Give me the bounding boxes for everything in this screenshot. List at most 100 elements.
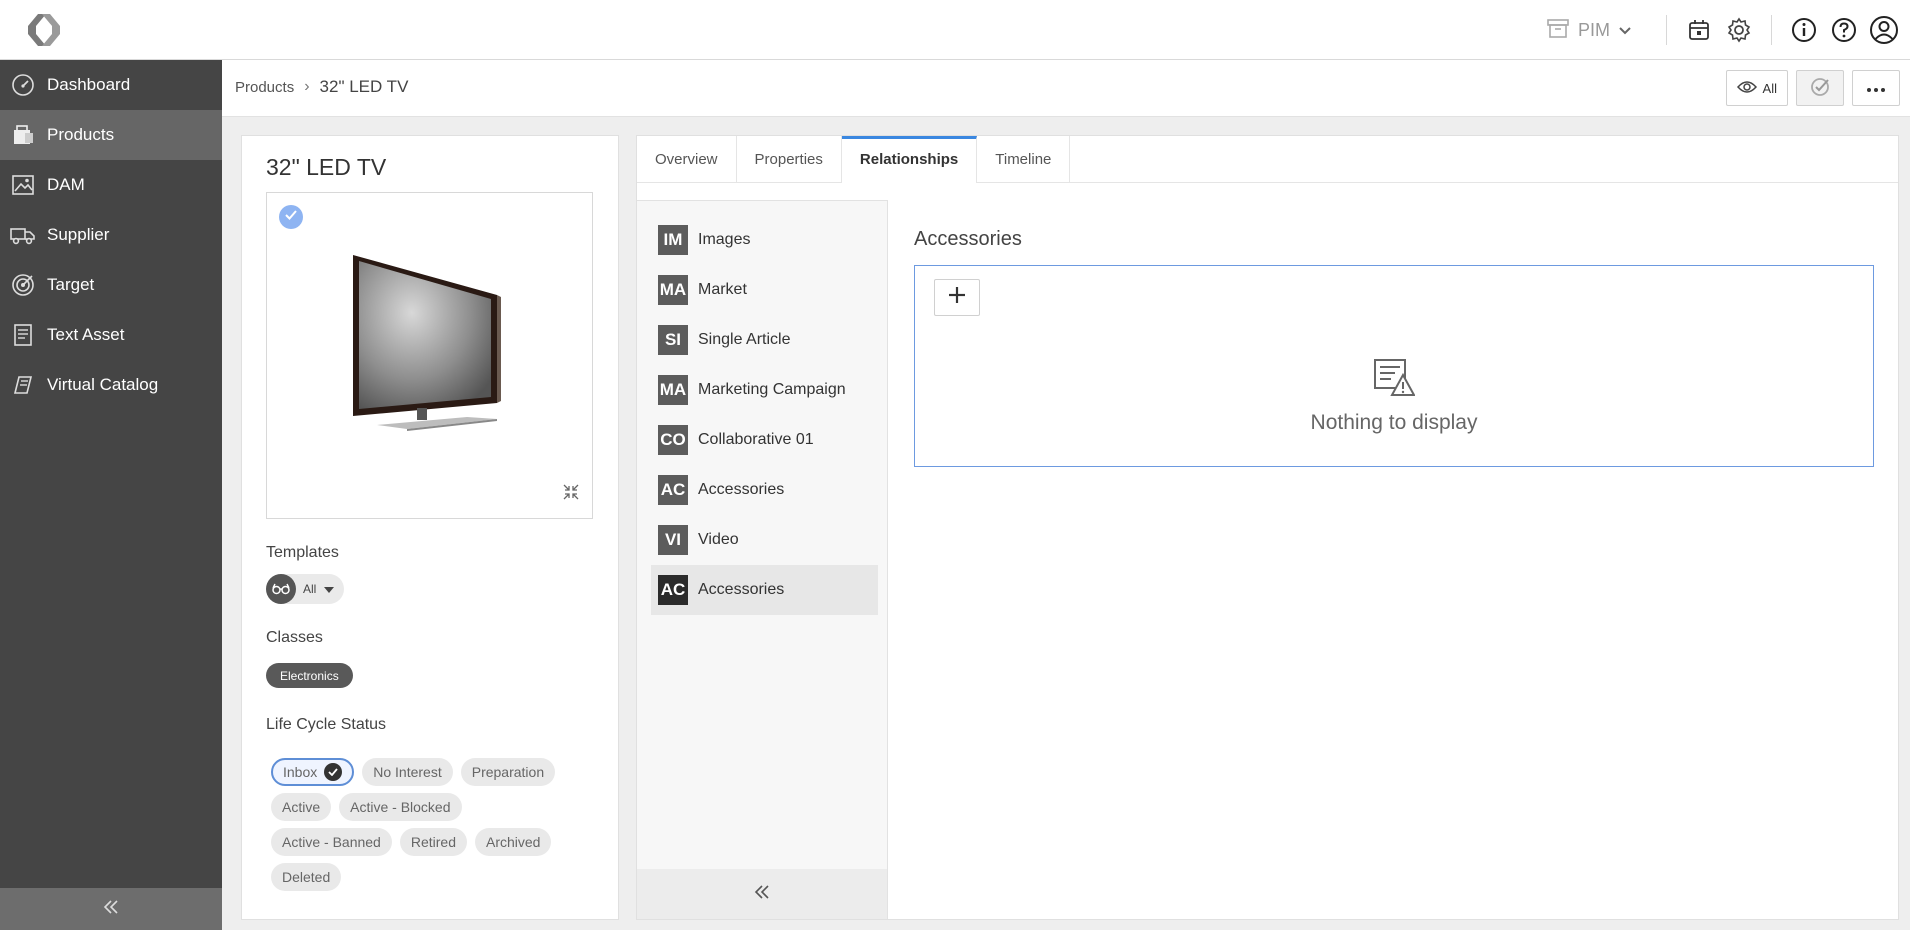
relationship-item-accessories-selected[interactable]: AC Accessories bbox=[651, 565, 878, 615]
relationship-badge: AC bbox=[658, 475, 688, 505]
lifecycle-status-list: Inbox No Interest Preparation Active Act… bbox=[271, 758, 571, 891]
product-title: 32" LED TV bbox=[266, 154, 387, 180]
gear-icon[interactable] bbox=[1719, 10, 1759, 50]
relationship-item-market[interactable]: MA Market bbox=[651, 265, 878, 315]
check-icon bbox=[284, 208, 298, 226]
sidebar-item-virtual-catalog[interactable]: Virtual Catalog bbox=[0, 360, 222, 410]
relationship-badge: SI bbox=[658, 325, 688, 355]
help-icon[interactable] bbox=[1824, 10, 1864, 50]
archive-icon bbox=[1546, 17, 1570, 44]
breadcrumb-products-link[interactable]: Products bbox=[235, 79, 294, 96]
double-chevron-left-icon bbox=[753, 884, 771, 905]
tab-timeline[interactable]: Timeline bbox=[977, 136, 1071, 183]
check-circle-icon bbox=[324, 763, 343, 781]
relationship-item-single-article[interactable]: SI Single Article bbox=[651, 315, 878, 365]
product-summary-card: 32" LED TV Templates All Classes Electro… bbox=[241, 135, 619, 920]
lifecycle-chip-active-blocked[interactable]: Active - Blocked bbox=[339, 793, 462, 821]
more-horizontal-icon bbox=[1866, 81, 1886, 96]
class-chip-electronics[interactable]: Electronics bbox=[266, 663, 353, 688]
relationship-item-collaborative-01[interactable]: CO Collaborative 01 bbox=[651, 415, 878, 465]
sidebar-item-dashboard[interactable]: Dashboard bbox=[0, 60, 222, 110]
user-icon[interactable] bbox=[1864, 10, 1904, 50]
empty-list-warning-icon bbox=[1373, 358, 1416, 403]
relationship-list-collapse-button[interactable] bbox=[637, 869, 887, 919]
templates-value: All bbox=[303, 582, 317, 596]
templates-label: Templates bbox=[266, 544, 339, 561]
relationship-badge: AC bbox=[658, 575, 688, 605]
sidebar-item-label: Text Asset bbox=[47, 325, 125, 344]
empty-state-text: Nothing to display bbox=[1310, 411, 1478, 434]
product-image-box[interactable] bbox=[266, 192, 593, 519]
relationship-content-area: Nothing to display bbox=[914, 265, 1874, 467]
panel-title: Accessories bbox=[914, 228, 1022, 250]
detail-tabs: Overview Properties Relationships Timeli… bbox=[637, 136, 1898, 183]
lifecycle-chip-archived[interactable]: Archived bbox=[474, 828, 552, 856]
relationship-badge: MA bbox=[658, 275, 688, 305]
lifecycle-chip-active[interactable]: Active bbox=[271, 793, 332, 821]
templates-dropdown[interactable]: All bbox=[266, 574, 345, 604]
relationship-item-video[interactable]: VI Video bbox=[651, 515, 878, 565]
lifecycle-chip-preparation[interactable]: Preparation bbox=[460, 758, 556, 786]
lifecycle-chip-label: Inbox bbox=[283, 764, 318, 780]
gauge-icon bbox=[10, 72, 36, 98]
collapse-arrows-icon[interactable] bbox=[562, 483, 580, 506]
relationship-label: Market bbox=[698, 281, 747, 298]
tab-relationships[interactable]: Relationships bbox=[841, 136, 978, 183]
relationship-item-marketing-campaign[interactable]: MA Marketing Campaign bbox=[651, 365, 878, 415]
more-options-button[interactable] bbox=[1852, 70, 1900, 106]
relationship-label: Single Article bbox=[698, 331, 791, 348]
check-badge-icon bbox=[1809, 76, 1831, 101]
sidebar-item-supplier[interactable]: Supplier bbox=[0, 210, 222, 260]
eye-icon bbox=[1736, 80, 1757, 97]
divider bbox=[1666, 15, 1667, 45]
lifecycle-chip-deleted[interactable]: Deleted bbox=[271, 863, 342, 891]
sidebar-item-products[interactable]: Products bbox=[0, 110, 222, 160]
tab-properties[interactable]: Properties bbox=[737, 136, 842, 183]
approve-button[interactable] bbox=[1796, 70, 1844, 106]
image-select-checkbox[interactable] bbox=[279, 205, 303, 229]
logo-icon[interactable] bbox=[20, 10, 68, 50]
header-actions: All bbox=[1725, 70, 1900, 106]
relationship-badge: MA bbox=[658, 375, 688, 405]
view-filter-button[interactable]: All bbox=[1725, 70, 1788, 106]
product-image bbox=[347, 253, 517, 438]
glasses-icon bbox=[266, 574, 296, 604]
relationship-item-accessories[interactable]: AC Accessories bbox=[651, 465, 878, 515]
sidebar: Dashboard Products DAM Supplier Target T… bbox=[0, 60, 222, 930]
relationship-label: Images bbox=[698, 231, 751, 248]
sidebar-item-text-asset[interactable]: Text Asset bbox=[0, 310, 222, 360]
breadcrumb-current: 32" LED TV bbox=[319, 77, 409, 96]
lifecycle-chip-active-banned[interactable]: Active - Banned bbox=[271, 828, 392, 856]
relationship-badge: IM bbox=[658, 225, 688, 255]
top-bar: PIM bbox=[0, 0, 1910, 60]
truck-icon bbox=[10, 222, 36, 248]
plus-icon bbox=[947, 285, 967, 310]
sidebar-collapse-button[interactable] bbox=[0, 888, 222, 930]
info-icon[interactable] bbox=[1784, 10, 1824, 50]
tab-overview[interactable]: Overview bbox=[637, 136, 737, 183]
module-label: PIM bbox=[1577, 19, 1610, 40]
lifecycle-chip-inbox[interactable]: Inbox bbox=[271, 758, 355, 786]
lifecycle-chip-retired[interactable]: Retired bbox=[399, 828, 467, 856]
calendar-icon[interactable] bbox=[1679, 10, 1719, 50]
sidebar-item-target[interactable]: Target bbox=[0, 260, 222, 310]
relationship-label: Marketing Campaign bbox=[698, 381, 846, 398]
caret-down-icon bbox=[324, 580, 335, 598]
lifecycle-chip-no-interest[interactable]: No Interest bbox=[362, 758, 453, 786]
module-selector[interactable]: PIM bbox=[1546, 17, 1632, 44]
relationship-label: Video bbox=[698, 531, 739, 548]
double-chevron-left-icon bbox=[102, 899, 120, 920]
breadcrumb: Products › 32" LED TV bbox=[235, 77, 408, 97]
classes-label: Classes bbox=[266, 629, 323, 646]
image-icon bbox=[10, 172, 36, 198]
divider bbox=[1771, 15, 1772, 45]
add-relationship-button[interactable] bbox=[934, 279, 980, 316]
relationship-label: Accessories bbox=[698, 481, 785, 498]
topbar-actions: PIM bbox=[1546, 0, 1910, 60]
chevron-down-icon bbox=[1618, 20, 1632, 41]
relationship-item-images[interactable]: IM Images bbox=[651, 215, 878, 265]
sidebar-item-dam[interactable]: DAM bbox=[0, 160, 222, 210]
relationship-label: Accessories bbox=[698, 581, 785, 598]
sidebar-item-label: Virtual Catalog bbox=[47, 375, 159, 394]
view-filter-label: All bbox=[1762, 80, 1777, 96]
